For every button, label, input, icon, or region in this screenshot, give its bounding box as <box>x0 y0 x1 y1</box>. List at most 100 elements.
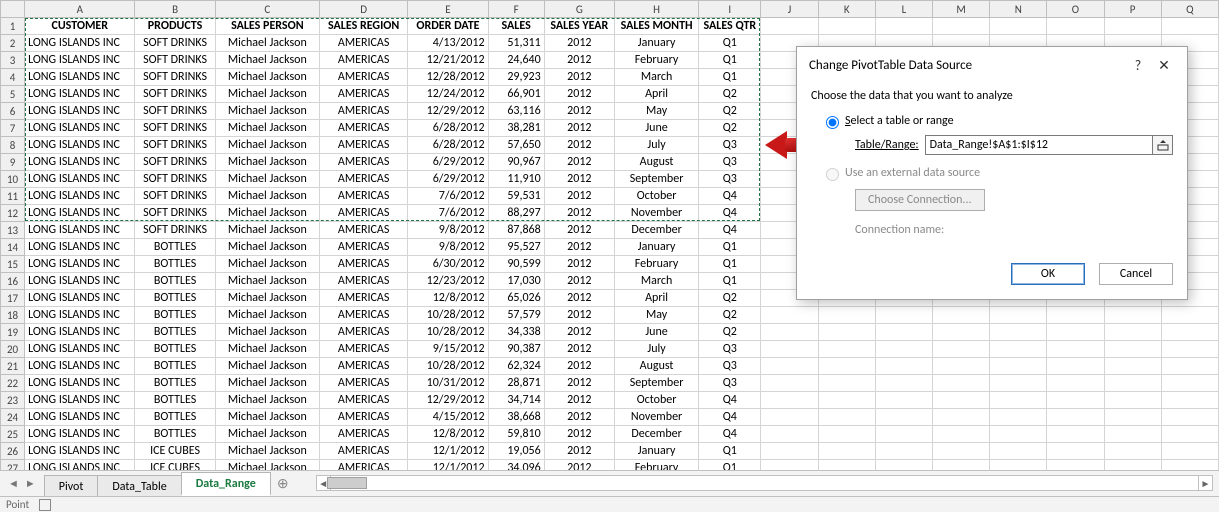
cell[interactable]: SOFT DRINKS <box>135 120 215 137</box>
cell[interactable]: AMERICAS <box>320 341 408 358</box>
cell[interactable] <box>990 392 1047 409</box>
cell[interactable] <box>1161 324 1218 341</box>
cell[interactable] <box>1161 358 1218 375</box>
cell[interactable] <box>1104 307 1161 324</box>
cell[interactable]: May <box>614 103 698 120</box>
cell[interactable] <box>1161 307 1218 324</box>
table-row[interactable]: 27LONG ISLANDS INCICE CUBESMichael Jacks… <box>1 460 1219 471</box>
cell[interactable]: AMERICAS <box>320 256 408 273</box>
cell[interactable]: 2012 <box>544 460 614 471</box>
cell[interactable]: Michael Jackson <box>215 52 319 69</box>
cell[interactable] <box>761 307 818 324</box>
cell[interactable]: 59,810 <box>488 426 544 443</box>
cell[interactable]: Q1 <box>699 52 761 69</box>
row-header-8[interactable]: 8 <box>1 137 25 154</box>
cell[interactable]: 2012 <box>544 273 614 290</box>
cell[interactable]: SOFT DRINKS <box>135 35 215 52</box>
cell[interactable]: January <box>614 443 698 460</box>
cell[interactable]: 2012 <box>544 154 614 171</box>
row-header-22[interactable]: 22 <box>1 375 25 392</box>
cell[interactable]: 12/1/2012 <box>408 460 488 471</box>
column-header-A[interactable]: A <box>25 1 135 18</box>
cell[interactable] <box>1161 426 1218 443</box>
cell[interactable]: Q4 <box>699 188 761 205</box>
cell[interactable] <box>1161 375 1218 392</box>
cell[interactable]: Michael Jackson <box>215 256 319 273</box>
cell[interactable]: 11,910 <box>488 171 544 188</box>
cell[interactable]: Michael Jackson <box>215 341 319 358</box>
cell[interactable] <box>761 392 818 409</box>
cell[interactable]: 34,096 <box>488 460 544 471</box>
row-header-1[interactable]: 1 <box>1 18 25 35</box>
cell[interactable]: 9/8/2012 <box>408 239 488 256</box>
cell[interactable] <box>875 18 932 35</box>
cell[interactable]: 7/6/2012 <box>408 188 488 205</box>
cell[interactable]: Q4 <box>699 426 761 443</box>
cell[interactable]: AMERICAS <box>320 324 408 341</box>
table-row[interactable]: 1CUSTOMERPRODUCTSSALES PERSONSALES REGIO… <box>1 18 1219 35</box>
cell[interactable]: April <box>614 290 698 307</box>
cell[interactable]: Q3 <box>699 341 761 358</box>
cell[interactable] <box>761 460 818 471</box>
row-header-11[interactable]: 11 <box>1 188 25 205</box>
cell[interactable] <box>990 358 1047 375</box>
cell[interactable]: 2012 <box>544 188 614 205</box>
row-header-5[interactable]: 5 <box>1 86 25 103</box>
column-header-O[interactable]: O <box>1047 1 1104 18</box>
column-header-row[interactable]: ABCDEFGHIJKLMNOPQ <box>1 1 1219 18</box>
cell[interactable]: 2012 <box>544 69 614 86</box>
cell[interactable]: Q3 <box>699 358 761 375</box>
cell[interactable] <box>990 426 1047 443</box>
cell[interactable]: Michael Jackson <box>215 86 319 103</box>
cell[interactable]: 9/8/2012 <box>408 222 488 239</box>
cell[interactable] <box>1104 392 1161 409</box>
cell[interactable] <box>1104 409 1161 426</box>
cell[interactable]: 12/1/2012 <box>408 443 488 460</box>
cell[interactable]: 2012 <box>544 375 614 392</box>
cell[interactable] <box>875 358 932 375</box>
dialog-close-button[interactable]: ✕ <box>1151 55 1177 75</box>
cell[interactable]: AMERICAS <box>320 273 408 290</box>
cell[interactable]: 12/23/2012 <box>408 273 488 290</box>
cell[interactable]: BOTTLES <box>135 341 215 358</box>
cell[interactable] <box>932 392 989 409</box>
cell[interactable]: Michael Jackson <box>215 324 319 341</box>
cell[interactable]: 17,030 <box>488 273 544 290</box>
cell[interactable]: 2012 <box>544 171 614 188</box>
cell[interactable] <box>990 307 1047 324</box>
cell[interactable]: SALES QTR <box>699 18 761 35</box>
cell[interactable]: Q3 <box>699 137 761 154</box>
cell[interactable]: Q3 <box>699 154 761 171</box>
sheet-tab-bar[interactable]: ◄ ► PivotData_TableData_Range ⊕ ◄ ► <box>0 470 1219 496</box>
cell[interactable]: AMERICAS <box>320 35 408 52</box>
cell[interactable] <box>1047 375 1104 392</box>
cell[interactable]: December <box>614 426 698 443</box>
cell[interactable] <box>761 358 818 375</box>
cell[interactable] <box>761 443 818 460</box>
cell[interactable]: LONG ISLANDS INC <box>25 273 135 290</box>
cell[interactable]: BOTTLES <box>135 256 215 273</box>
cell[interactable]: CUSTOMER <box>25 18 135 35</box>
cell[interactable]: Michael Jackson <box>215 154 319 171</box>
cancel-button[interactable]: Cancel <box>1099 263 1173 285</box>
cell[interactable]: 12/8/2012 <box>408 290 488 307</box>
cell[interactable]: 12/24/2012 <box>408 86 488 103</box>
cell[interactable]: Q1 <box>699 443 761 460</box>
row-header-19[interactable]: 19 <box>1 324 25 341</box>
column-header-H[interactable]: H <box>614 1 698 18</box>
change-pivottable-source-dialog[interactable]: Change PivotTable Data Source ? ✕ Choose… <box>796 46 1188 300</box>
cell[interactable]: May <box>614 307 698 324</box>
cell[interactable] <box>932 358 989 375</box>
cell[interactable] <box>1047 341 1104 358</box>
cell[interactable]: AMERICAS <box>320 120 408 137</box>
horizontal-scrollbar[interactable]: ◄ ► <box>316 475 1213 491</box>
cell[interactable]: June <box>614 324 698 341</box>
cell[interactable]: Q1 <box>699 460 761 471</box>
cell[interactable] <box>932 443 989 460</box>
cell[interactable]: SOFT DRINKS <box>135 222 215 239</box>
table-range-input[interactable] <box>926 136 1152 154</box>
cell[interactable] <box>1104 18 1161 35</box>
cell[interactable]: LONG ISLANDS INC <box>25 137 135 154</box>
table-row[interactable]: 20LONG ISLANDS INCBOTTLESMichael Jackson… <box>1 341 1219 358</box>
row-header-4[interactable]: 4 <box>1 69 25 86</box>
